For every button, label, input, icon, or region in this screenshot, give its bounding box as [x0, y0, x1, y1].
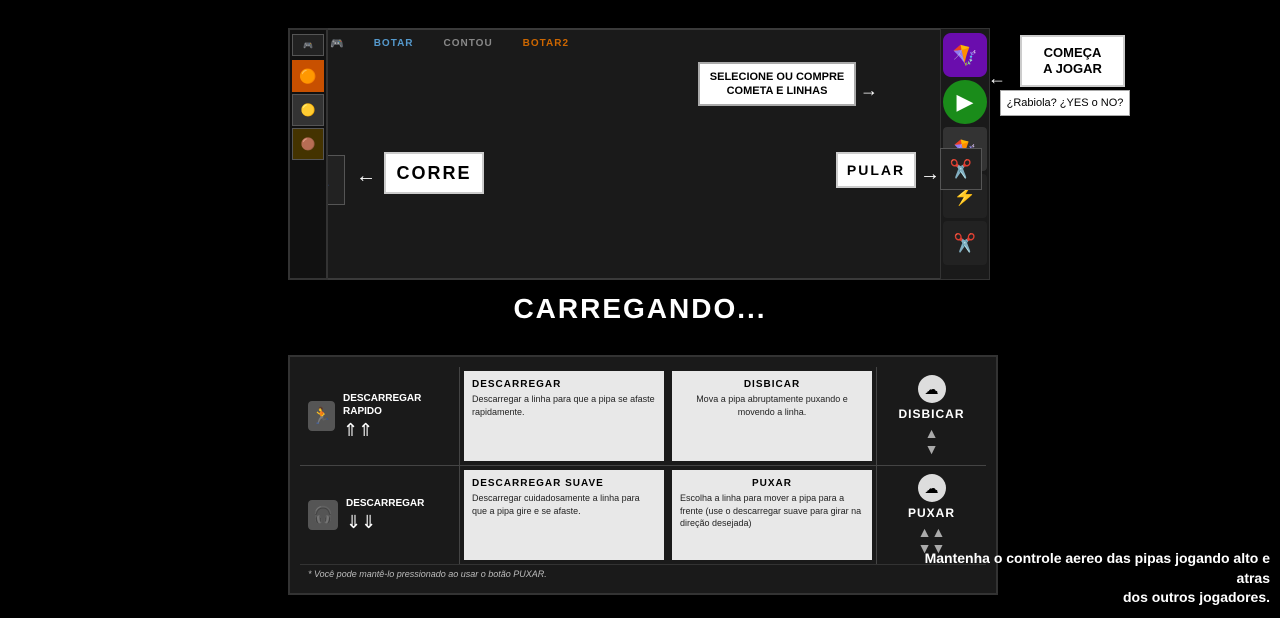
sidebar-icon-1[interactable]: 🎮	[292, 34, 324, 56]
instr-card-puxar: PUXAR Escolha a linha para mover a pipa …	[672, 470, 872, 560]
arrow-right-pular: →	[920, 163, 940, 186]
nav-botar[interactable]: BOTAR	[374, 38, 414, 49]
instr-right-label-2: PUXAR	[908, 506, 955, 520]
instr-card-suave: DESCARREGAR SUAVE Descarregar cuidadosam…	[464, 470, 664, 560]
right-icon-play[interactable]: ▶	[943, 80, 987, 124]
right-icon-dark3[interactable]: ✂️	[943, 221, 987, 265]
sidebar-icon-2[interactable]: 🟠	[292, 60, 324, 92]
jump-sprite: ✂️	[940, 148, 982, 190]
instr-card-body-3: Descarregar cuidadosamente a linha para …	[472, 492, 656, 517]
instr-label-descarregar-rapido: DESCARREGAR RAPIDO	[343, 392, 451, 418]
instr-right-label-1: DISBICAR	[898, 407, 964, 421]
nav-botar2[interactable]: BOTAR2	[523, 38, 569, 49]
instr-left-1: 🏃 DESCARREGAR RAPIDO ⇑⇑	[300, 367, 460, 465]
sidebar: 🎮 🟠 🟡 🟤	[288, 28, 328, 280]
instr-card-title-2: DISBICAR	[680, 379, 864, 390]
arrow-right-selecione: →	[860, 80, 878, 101]
instr-right-1: ☁ DISBICAR ▲ ▼	[876, 367, 986, 465]
instr-icon-run: 🏃	[308, 401, 335, 431]
arrow-left-comeca: ←	[988, 68, 1006, 89]
instr-card-body-4: Escolha a linha para mover a pipa para a…	[680, 492, 864, 530]
instr-card-title-4: PUXAR	[680, 478, 864, 489]
instr-card-title-1: DESCARREGAR	[472, 379, 656, 390]
bottom-right-text: Mantenha o controle aereo das pipas joga…	[890, 549, 1270, 608]
instruction-row-2: 🎧 DESCARREGAR ⇓⇓ DESCARREGAR SUAVE Desca…	[300, 466, 986, 564]
instr-card-descarregar: DESCARREGAR Descarregar a linha para que…	[464, 371, 664, 461]
instr-arrows-down-2: ⇓⇓	[346, 512, 424, 533]
instr-card-body-1: Descarregar a linha para que a pipa se a…	[472, 393, 656, 418]
scroll-up-1[interactable]: ▲	[925, 425, 939, 441]
nav-contou[interactable]: CONTOU	[444, 38, 493, 49]
top-nav: 🎮 BOTAR CONTOU BOTAR2	[330, 32, 569, 54]
instruction-note: * Você pode mantê-lo pressionado ao usar…	[300, 564, 986, 583]
instr-scroll-1: ▲ ▼	[925, 425, 939, 457]
pular-button[interactable]: PULAR	[836, 152, 916, 188]
sidebar-icon-4[interactable]: 🟤	[292, 128, 324, 160]
right-icon-purple[interactable]: 🪁	[943, 33, 987, 77]
bottom-line-2: dos outros jogadores.	[890, 588, 1270, 608]
instruction-row-1: 🏃 DESCARREGAR RAPIDO ⇑⇑ DESCARREGAR Desc…	[300, 367, 986, 466]
instr-right-icon-2: ☁	[918, 474, 946, 502]
instr-card-body-2: Mova a pipa abruptamente puxando e moven…	[680, 393, 864, 418]
rabiola-text: ¿Rabiola? ¿YES o NO?	[1007, 97, 1124, 109]
scroll-down-1[interactable]: ▼	[925, 441, 939, 457]
bottom-line-1: Mantenha o controle aereo das pipas joga…	[890, 549, 1270, 588]
instr-arrows-up-1: ⇑⇑	[343, 420, 451, 441]
instr-card-title-3: DESCARREGAR SUAVE	[472, 478, 656, 489]
rabiola-box[interactable]: ¿Rabiola? ¿YES o NO?	[1000, 90, 1130, 116]
instr-icon-headphones: 🎧	[308, 500, 338, 530]
corre-button[interactable]: CORRE	[384, 152, 484, 194]
sidebar-icon-3[interactable]: 🟡	[292, 94, 324, 126]
arrow-left-corre: ←	[356, 165, 376, 188]
selecione-box: SELECIONE OU COMPRE COMETA E LINHAS	[698, 62, 856, 106]
instr-left-2: 🎧 DESCARREGAR ⇓⇓	[300, 466, 460, 564]
instr-card-disbicar: DISBICAR Mova a pipa abruptamente puxand…	[672, 371, 872, 461]
instr-right-icon-1: ☁	[918, 375, 946, 403]
instr-label-descarregar: DESCARREGAR	[346, 497, 424, 510]
selecione-text: SELECIONE OU COMPRE COMETA E LINHAS	[710, 70, 844, 99]
scroll-up-2[interactable]: ▲▲	[918, 524, 946, 540]
loading-text: CARREGANDO...	[0, 293, 1280, 325]
comeca-button[interactable]: COMEÇA A JOGAR	[1020, 35, 1125, 87]
nav-game-icon[interactable]: 🎮	[330, 37, 344, 50]
